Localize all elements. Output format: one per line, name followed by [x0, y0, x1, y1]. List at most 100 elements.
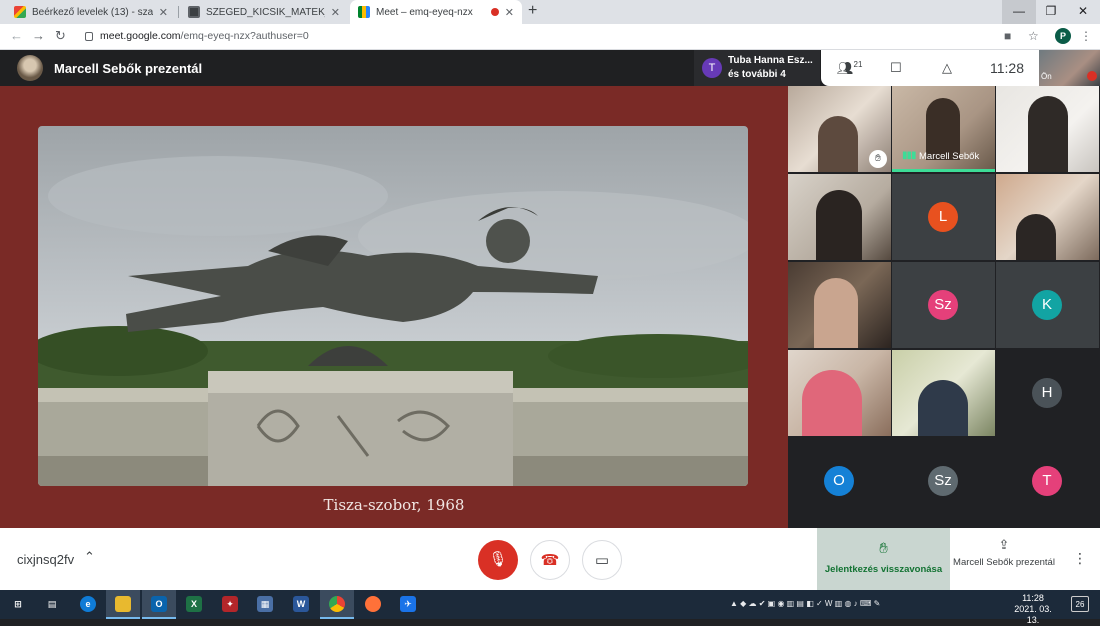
slides-icon [188, 6, 200, 18]
participants-button[interactable]: 👥︎21 [837, 60, 862, 76]
system-time: 11:28 [1022, 593, 1044, 603]
avatar-Sz: Sz [928, 290, 958, 320]
word-icon[interactable]: W [293, 596, 309, 612]
tray-icons[interactable]: ▲ ◆ ☁ ✔ ▣ ◉ ▥ ▤ ◧ ✓ W ▥ ◍ ♪ ⌨ ✎ [730, 599, 880, 608]
tab-slides-title: SZEGED_KICSIK_MATEK_SZ3_202... [206, 6, 325, 18]
avatar-L: L [928, 202, 958, 232]
participant-tile[interactable]: L [892, 174, 995, 260]
system-date: 2021. 03. 13. [1014, 604, 1052, 625]
participant-tile[interactable]: ▮▮▮ Marcell Sebők [892, 86, 995, 172]
meeting-code: cixjnsq2fv [17, 552, 75, 567]
camera-button[interactable]: ▭ [582, 540, 622, 580]
mic-off-icon: 🎙︎ [488, 551, 508, 568]
reload-icon[interactable]: ↻ [55, 28, 66, 44]
meet-toolbar: 👥︎21 ☐ △ 11:28 [821, 50, 1039, 86]
participant-grid: ✋︎ ▮▮▮ Marcell Sebők L Sz K H O Sz T [788, 86, 1100, 528]
self-view-thumbnail[interactable]: Ön [1039, 50, 1100, 86]
tab-gmail-title: Beérkező levelek (13) - szabone... [32, 6, 153, 18]
lower-hand-label: Jelentkezés visszavonása [824, 564, 943, 575]
camera-icon: ▭ [594, 552, 610, 569]
game-app-icon[interactable]: ✦ [222, 596, 238, 612]
address-bar-row: ← → ↻ meet.google.com/emq-eyeq-nzx?authu… [0, 24, 1100, 50]
participant-tile[interactable]: H [996, 350, 1099, 436]
meet-icon [358, 6, 370, 18]
speaker-name: Tuba Hanna Esz... [728, 55, 813, 66]
chevron-up-icon[interactable]: ⌃ [84, 549, 95, 565]
hang-up-icon: ☎︎ [540, 552, 560, 569]
participant-tile[interactable] [788, 350, 891, 436]
person-silhouette [816, 190, 862, 260]
participant-tile[interactable]: Sz [892, 438, 995, 524]
url-path: /emq-eyeq-nzx?authuser=0 [180, 30, 309, 42]
maximize-button[interactable]: ❐ [1034, 0, 1068, 24]
active-speaker-panel: T Tuba Hanna Esz... és további 4 [694, 50, 820, 86]
windows-start-icon[interactable]: ⊞ [10, 596, 26, 612]
mic-off-button[interactable]: 🎙︎ [478, 540, 518, 580]
tab-meet[interactable]: Meet – emq-eyeq-nzx ✕ [350, 0, 522, 24]
participant-tile[interactable]: ✋︎ [788, 86, 891, 172]
close-tab-icon[interactable]: ✕ [159, 6, 168, 19]
speaking-indicator-icon: ▮▮▮ [902, 150, 916, 161]
tab-gmail[interactable]: Beérkező levelek (13) - szabone... ✕ [6, 0, 176, 24]
slide-image [38, 126, 748, 486]
people-icon: 👥︎ [837, 60, 854, 76]
participant-tile[interactable] [996, 86, 1099, 172]
new-tab-button[interactable]: + [528, 2, 537, 20]
more-options-icon[interactable]: ⋮ [1073, 550, 1087, 567]
lower-hand-button[interactable]: ✋︎ Jelentkezés visszavonása [817, 528, 950, 590]
avatar-T: T [1032, 466, 1062, 496]
close-window-button[interactable]: ✕ [1066, 0, 1100, 24]
calculator-icon[interactable]: ▦ [257, 596, 273, 612]
tab-divider [178, 6, 179, 18]
camera-in-use-icon[interactable]: ■ [1004, 29, 1011, 43]
self-label: Ön [1041, 72, 1052, 81]
participant-tile[interactable] [788, 174, 891, 260]
close-tab-icon[interactable]: ✕ [331, 6, 340, 19]
notification-center-icon[interactable]: 26 [1071, 596, 1089, 612]
edge-icon[interactable]: e [80, 596, 96, 612]
excel-icon[interactable]: X [186, 596, 202, 612]
present-button[interactable]: Marcell Sebők prezentál [950, 557, 1058, 569]
firefox-icon[interactable] [365, 596, 381, 612]
file-explorer-icon[interactable] [115, 596, 131, 612]
app-icon[interactable]: ✈︎ [400, 596, 416, 612]
outlook-icon[interactable]: O [151, 596, 167, 612]
participant-tile[interactable]: K [996, 262, 1099, 348]
leave-call-button[interactable]: ☎︎ [530, 540, 570, 580]
minimize-button[interactable]: — [1002, 0, 1036, 24]
person-silhouette [1016, 214, 1056, 260]
system-clock[interactable]: 11:28 2021. 03. 13. [1008, 593, 1058, 626]
hand-icon: ✋︎ [879, 540, 888, 557]
present-icon: ⇪ [998, 537, 1010, 552]
chrome-icon[interactable] [329, 596, 345, 612]
task-view-icon[interactable]: ▤ [44, 596, 60, 612]
participant-tile[interactable] [892, 350, 995, 436]
person-silhouette [814, 278, 858, 348]
participant-tile[interactable]: O [788, 438, 891, 524]
participant-name: Marcell Sebők [919, 151, 980, 162]
back-arrow-icon[interactable]: ← [10, 28, 23, 43]
chat-icon[interactable]: ☐ [890, 60, 902, 76]
person-silhouette [802, 370, 862, 436]
speaker-more: és további 4 [728, 69, 786, 80]
speaker-avatar: T [702, 58, 722, 78]
person-silhouette [818, 116, 858, 172]
participant-tile[interactable]: Sz [892, 262, 995, 348]
meet-controls-bar: cixjnsq2fv ⌃ 🎙︎ ☎︎ ▭ ✋︎ Jelentkezés viss… [0, 528, 1100, 590]
participant-tile[interactable] [996, 174, 1099, 260]
bookmark-star-icon[interactable]: ☆ [1028, 29, 1039, 43]
lock-icon [85, 32, 93, 41]
tab-slides[interactable]: SZEGED_KICSIK_MATEK_SZ3_202... ✕ [180, 0, 348, 24]
meet-top-bar: Marcell Sebők prezentál T Tuba Hanna Esz… [0, 50, 1100, 86]
self-mic-off-icon [1087, 71, 1097, 81]
participants-count: 21 [853, 60, 863, 69]
close-tab-icon[interactable]: ✕ [505, 6, 514, 19]
profile-avatar[interactable]: P [1055, 28, 1071, 44]
participant-tile[interactable]: T [996, 438, 1099, 524]
activities-icon[interactable]: △ [942, 60, 952, 76]
presentation-stage: Tisza-szobor, 1968 [0, 86, 788, 528]
url-field[interactable]: meet.google.com/emq-eyeq-nzx?authuser=0 [100, 30, 309, 42]
chrome-menu-icon[interactable]: ⋮ [1080, 29, 1092, 43]
participant-tile[interactable] [788, 262, 891, 348]
forward-arrow-icon[interactable]: → [32, 28, 45, 43]
